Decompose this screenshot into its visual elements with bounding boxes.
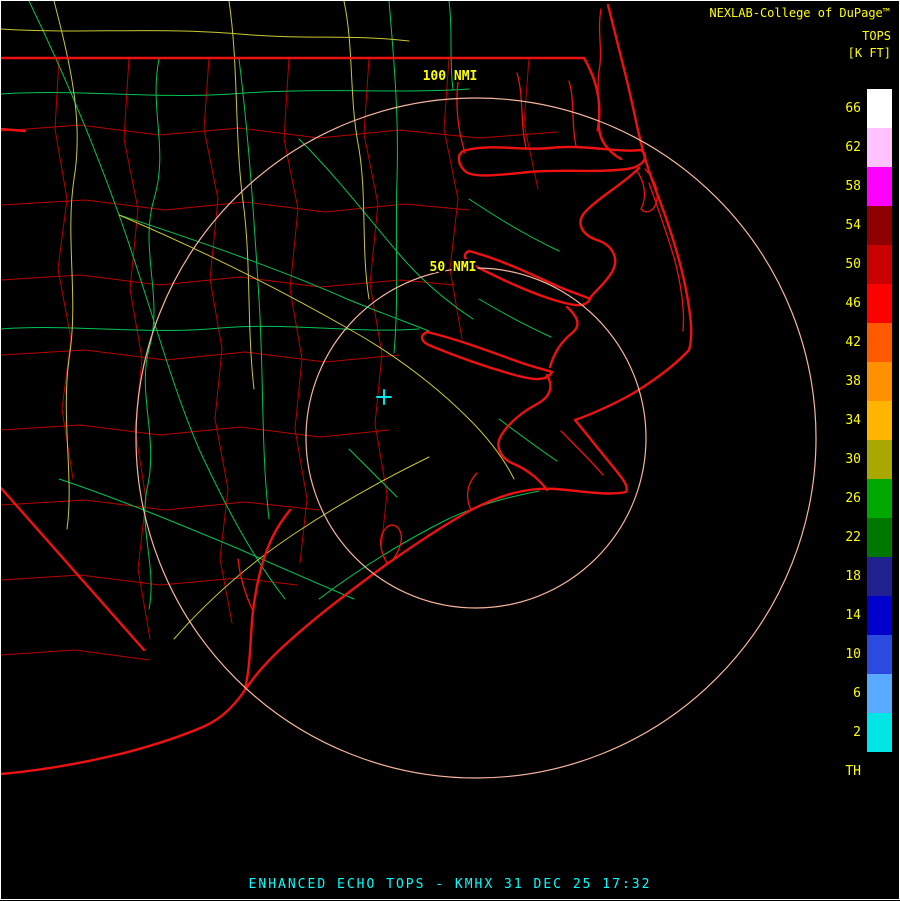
scale-level-row: 62 [829, 128, 892, 167]
scale-level-label: 42 [829, 335, 867, 350]
scale-level-label: 14 [829, 608, 867, 623]
scale-level-row: 38 [829, 362, 892, 401]
scale-level-row: TH [829, 752, 892, 791]
scale-level-label: 50 [829, 257, 867, 272]
scale-level-label: 2 [829, 725, 867, 740]
brand-text: NEXLAB-College of DuPage™ [709, 6, 890, 20]
radar-map: 50 NMI 100 NMI [1, 1, 900, 901]
coastlines-layer [1, 5, 691, 774]
scale-swatch [867, 362, 892, 401]
scale-level-row: 2 [829, 713, 892, 752]
scale-swatch [867, 674, 892, 713]
scale-level-row: 6 [829, 674, 892, 713]
scale-level-label: 34 [829, 413, 867, 428]
scale-title: TOPS [K FT] [848, 28, 891, 62]
ring-label-100nmi: 100 NMI [423, 69, 478, 84]
scale-level-row: 54 [829, 206, 892, 245]
product-title: ENHANCED ECHO TOPS - KMHX 31 DEC 25 17:3… [249, 877, 652, 892]
scale-level-label: 62 [829, 140, 867, 155]
scale-level-row: 30 [829, 440, 892, 479]
brand-name: NEXLAB-College of DuPage [709, 6, 882, 20]
scale-level-label: 38 [829, 374, 867, 389]
scale-level-row: 46 [829, 284, 892, 323]
color-scale: 66 62 58 54 50 46 42 38 34 30 26 22 18 1… [829, 89, 892, 791]
trademark-icon: ™ [883, 6, 890, 20]
scale-level-label: 18 [829, 569, 867, 584]
roads-layer [1, 1, 559, 609]
scale-swatch [867, 89, 892, 128]
scale-level-label: 30 [829, 452, 867, 467]
scale-level-label: 66 [829, 101, 867, 116]
radar-site-marker [377, 390, 391, 404]
scale-swatch [867, 401, 892, 440]
ring-100nmi [136, 98, 816, 778]
scale-title-line1: TOPS [848, 28, 891, 45]
scale-swatch [867, 635, 892, 674]
scale-swatch [867, 479, 892, 518]
scale-level-row: 10 [829, 635, 892, 674]
scale-level-row: 14 [829, 596, 892, 635]
scale-swatch [867, 518, 892, 557]
scale-level-label: 58 [829, 179, 867, 194]
scale-swatch [867, 167, 892, 206]
scale-level-row: 50 [829, 245, 892, 284]
scale-level-label: TH [829, 764, 867, 779]
scale-swatch [867, 596, 892, 635]
scale-swatch [867, 323, 892, 362]
scale-level-row: 18 [829, 557, 892, 596]
scale-swatch [867, 713, 892, 752]
scale-level-label: 6 [829, 686, 867, 701]
scale-level-row: 34 [829, 401, 892, 440]
ring-50nmi [306, 268, 646, 608]
scale-swatch [867, 284, 892, 323]
scale-level-label: 22 [829, 530, 867, 545]
radar-display: { "window": {"width": 900, "height": 900… [0, 0, 900, 900]
range-rings [136, 98, 816, 778]
scale-level-label: 10 [829, 647, 867, 662]
ring-label-50nmi: 50 NMI [430, 260, 477, 275]
scale-level-row: 66 [829, 89, 892, 128]
scale-level-row: 22 [829, 518, 892, 557]
scale-swatch [867, 752, 892, 791]
scale-swatch [867, 557, 892, 596]
scale-level-label: 46 [829, 296, 867, 311]
scale-swatch [867, 440, 892, 479]
scale-title-line2: [K FT] [848, 45, 891, 62]
scale-level-row: 42 [829, 323, 892, 362]
scale-level-label: 54 [829, 218, 867, 233]
scale-level-row: 58 [829, 167, 892, 206]
scale-level-label: 26 [829, 491, 867, 506]
highways-layer [1, 1, 514, 639]
scale-swatch [867, 245, 892, 284]
scale-level-row: 26 [829, 479, 892, 518]
scale-swatch [867, 128, 892, 167]
scale-swatch [867, 206, 892, 245]
